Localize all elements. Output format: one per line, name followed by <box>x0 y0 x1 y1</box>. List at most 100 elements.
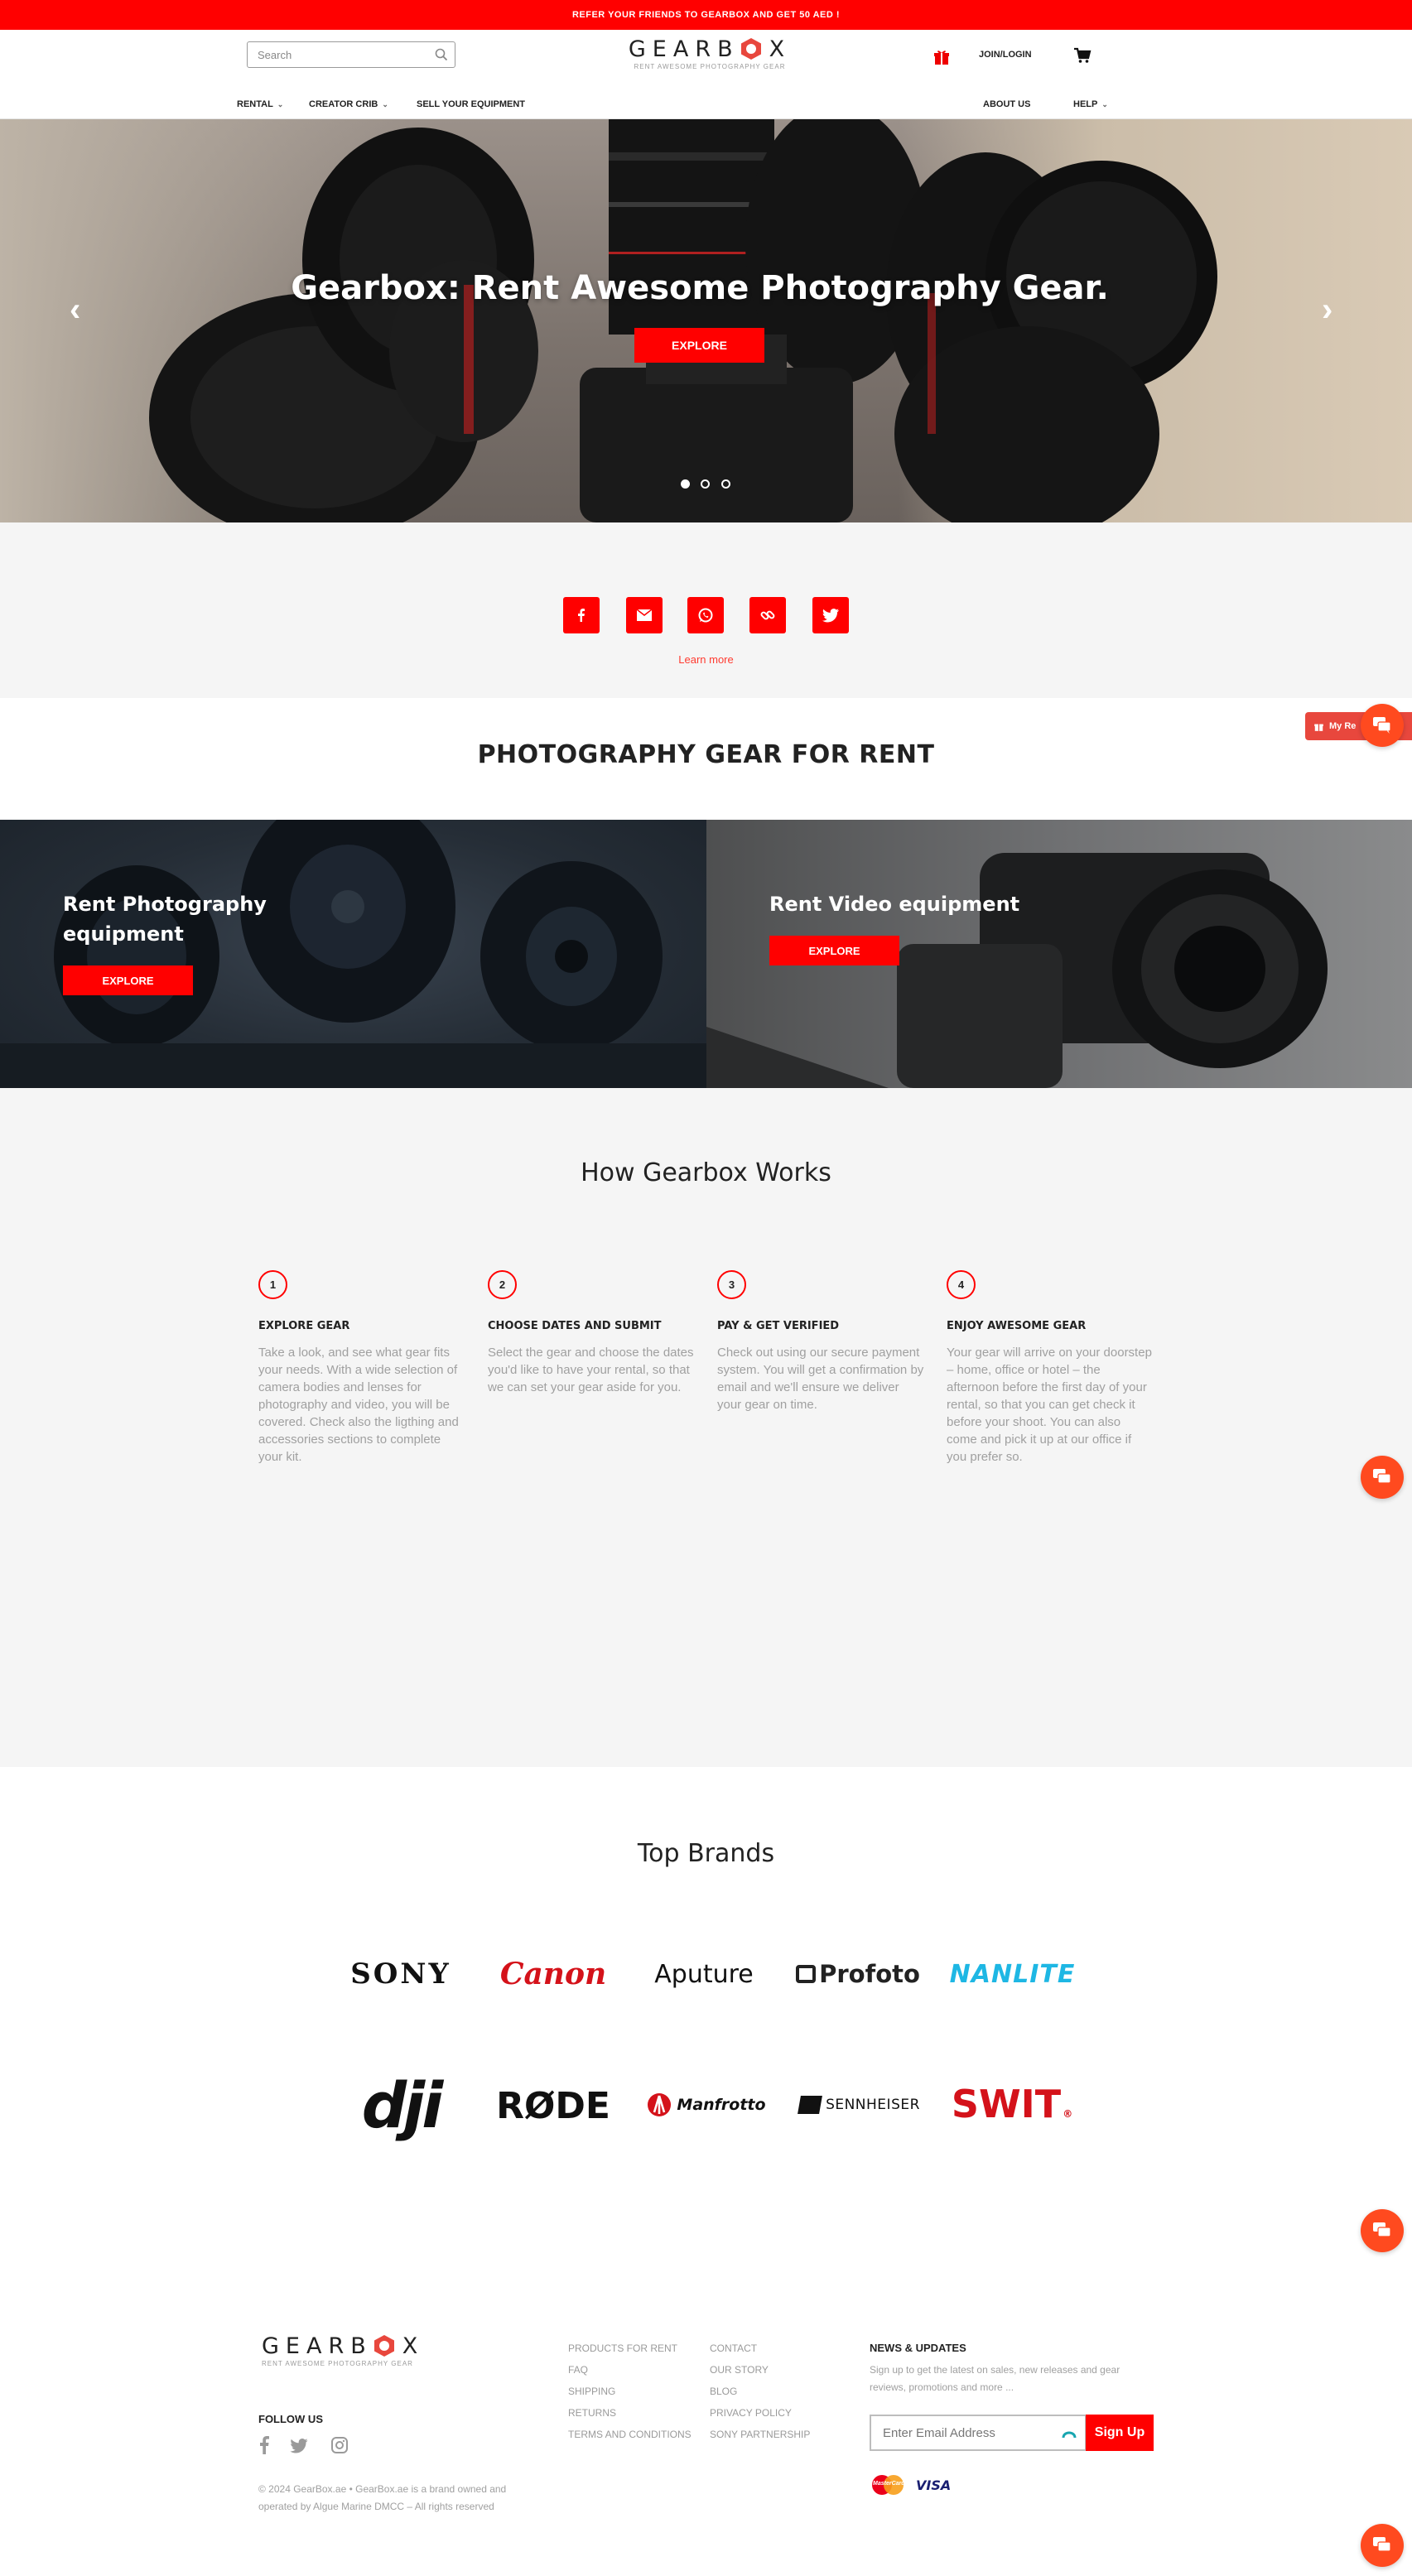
chat-bubble-button[interactable] <box>1361 1456 1404 1499</box>
promo-bar[interactable]: REFER YOUR FRIENDS TO GEARBOX AND GET 50… <box>0 0 1412 30</box>
search-input[interactable] <box>248 42 413 67</box>
nav-creator-crib-label: CREATOR CRIB <box>309 99 378 109</box>
newsletter-email-box <box>870 2415 1087 2451</box>
brand-swit-logo[interactable]: SWIT ® <box>942 2082 1082 2126</box>
nav-rental-label: RENTAL <box>237 99 273 109</box>
search-icon[interactable] <box>435 48 448 61</box>
rent-photography-title: Rent Photography equipment <box>63 889 311 949</box>
footer-link-shipping[interactable]: SHIPPING <box>568 2381 692 2402</box>
chevron-down-icon: ⌄ <box>382 100 388 108</box>
brand-rode-logo[interactable]: RØDE <box>490 2085 616 2127</box>
cart-icon[interactable] <box>1073 46 1092 65</box>
rent-video-panel[interactable]: Rent Video equipment EXPLORE <box>706 820 1412 1088</box>
nav-about-us[interactable]: ABOUT US <box>983 99 1030 109</box>
brand-dji-logo[interactable]: dji <box>346 2068 455 2142</box>
chevron-down-icon: ⌄ <box>277 100 284 108</box>
hero-slider: ‹ › Gearbox: Rent Awesome Photography Ge… <box>0 119 1412 522</box>
step-4: 4 ENJOY AWESOME GEAR Your gear will arri… <box>947 1270 1154 1466</box>
slider-dot-2[interactable] <box>701 479 710 489</box>
autofill-icon <box>1062 2431 1077 2439</box>
rent-video-title: Rent Video equipment <box>769 893 1020 916</box>
footer-link-our-story[interactable]: OUR STORY <box>710 2359 810 2381</box>
footer-links-col-1: PRODUCTS FOR RENT FAQ SHIPPING RETURNS T… <box>568 2338 692 2445</box>
brand-sennheiser-logo[interactable]: SENNHEISER <box>793 2090 926 2120</box>
brand-manfrotto-text: Manfrotto <box>677 2096 766 2114</box>
footer-link-returns[interactable]: RETURNS <box>568 2402 692 2424</box>
visa-label: VISA <box>916 2477 952 2493</box>
logo-text-right: X <box>769 36 792 62</box>
step-3: 3 PAY & GET VERIFIED Check out using our… <box>717 1270 924 1413</box>
footer-logo[interactable]: GEARB X RENT AWESOME PHOTOGRAPHY GEAR <box>262 2333 436 2367</box>
copyright-line-1: © 2024 GearBox.ae • GearBox.ae is a bran… <box>258 2483 507 2495</box>
footer-logo-tagline: RENT AWESOME PHOTOGRAPHY GEAR <box>262 2360 413 2367</box>
facebook-icon[interactable] <box>258 2436 270 2454</box>
hero-explore-button[interactable]: EXPLORE <box>634 328 764 363</box>
nav-rental[interactable]: RENTAL ⌄ <box>237 99 283 109</box>
chat-bubble-button[interactable] <box>1361 2209 1404 2252</box>
brand-sony-logo[interactable]: SONY <box>335 1956 467 1992</box>
chat-icon <box>1373 2222 1391 2237</box>
rent-section-heading: PHOTOGRAPHY GEAR FOR RENT <box>477 740 935 769</box>
payment-methods: MasterCard VISA <box>870 2474 951 2496</box>
rent-photography-title-line1: Rent Photography <box>63 893 267 916</box>
slider-dot-1[interactable] <box>681 479 690 489</box>
brand-swit-text: SWIT <box>951 2082 1062 2126</box>
instagram-icon[interactable] <box>331 2437 348 2453</box>
nav-creator-crib[interactable]: CREATOR CRIB ⌄ <box>309 99 388 109</box>
twitter-share-button[interactable] <box>812 597 849 633</box>
chat-icon <box>1373 1469 1391 1484</box>
rent-photography-panel[interactable]: Rent Photography equipment EXPLORE <box>0 820 706 1088</box>
site-logo[interactable]: GEARB X RENT AWESOME PHOTOGRAPHY GEAR <box>623 36 797 83</box>
step-title: PAY & GET VERIFIED <box>717 1320 840 1332</box>
copyright-line-2: operated by Algue Marine DMCC – All righ… <box>258 2501 494 2512</box>
rent-video-explore-button[interactable]: EXPLORE <box>769 936 899 965</box>
slider-dot-3[interactable] <box>721 479 730 489</box>
chat-icon <box>1373 717 1391 734</box>
step-2: 2 CHOOSE DATES AND SUBMIT Select the gea… <box>488 1270 695 1396</box>
step-number: 1 <box>258 1270 287 1299</box>
top-brands-heading: Top Brands <box>637 1839 775 1868</box>
footer-link-faq[interactable]: FAQ <box>568 2359 692 2381</box>
profoto-mark-icon <box>796 1965 817 1983</box>
newsletter-signup-button[interactable]: Sign Up <box>1086 2415 1154 2451</box>
social-share-strip: Learn more <box>0 522 1412 698</box>
whatsapp-share-button[interactable] <box>687 597 724 633</box>
footer-link-privacy[interactable]: PRIVACY POLICY <box>710 2402 810 2424</box>
footer-link-sony-partnership[interactable]: SONY PARTNERSHIP <box>710 2424 810 2445</box>
gift-icon <box>1314 724 1323 731</box>
step-number: 4 <box>947 1270 976 1299</box>
step-number: 3 <box>717 1270 746 1299</box>
nav-help-label: HELP <box>1073 99 1098 109</box>
brand-canon-logo[interactable]: Canon <box>492 1956 614 1992</box>
site-header: GEARB X RENT AWESOME PHOTOGRAPHY GEAR JO… <box>0 30 1412 119</box>
facebook-share-button[interactable] <box>563 597 600 633</box>
footer-logo-text-left: GEARB <box>262 2333 373 2359</box>
nav-help[interactable]: HELP ⌄ <box>1073 99 1108 109</box>
mastercard-label: MasterCard <box>873 2481 905 2487</box>
footer-link-terms[interactable]: TERMS AND CONDITIONS <box>568 2424 692 2445</box>
learn-more-link[interactable]: Learn more <box>0 653 1412 666</box>
registered-mark-icon: ® <box>1063 2108 1073 2120</box>
chat-bubble-button[interactable] <box>1361 2524 1404 2567</box>
brand-manfrotto-logo[interactable]: Manfrotto <box>644 2090 769 2120</box>
news-updates-text: Sign up to get the latest on sales, new … <box>870 2364 1120 2393</box>
footer-link-contact[interactable]: CONTACT <box>710 2338 810 2359</box>
rent-photography-explore-button[interactable]: EXPLORE <box>63 965 193 995</box>
brand-profoto-logo[interactable]: Profoto <box>792 1956 924 1992</box>
newsletter-email-input[interactable] <box>871 2416 1045 2449</box>
link-share-button[interactable] <box>749 597 786 633</box>
email-share-button[interactable] <box>626 597 663 633</box>
footer-link-blog[interactable]: BLOG <box>710 2381 810 2402</box>
how-it-works-section: How Gearbox Works 1 EXPLORE GEAR Take a … <box>0 1088 1412 1767</box>
nav-sell-equipment[interactable]: SELL YOUR EQUIPMENT <box>417 99 525 109</box>
brand-nanlite-logo[interactable]: NANLITE <box>944 1956 1081 1992</box>
email-icon <box>637 609 652 621</box>
whatsapp-icon <box>698 608 713 623</box>
join-login-link[interactable]: JOIN/LOGIN <box>979 50 1032 60</box>
step-description: Check out using our secure payment syste… <box>717 1346 924 1412</box>
gift-icon[interactable] <box>932 48 951 66</box>
twitter-icon[interactable] <box>290 2439 308 2453</box>
brand-aputure-logo[interactable]: Aputure <box>646 1956 762 1992</box>
logo-tagline: RENT AWESOME PHOTOGRAPHY GEAR <box>634 63 786 70</box>
footer-link-products[interactable]: PRODUCTS FOR RENT <box>568 2338 692 2359</box>
